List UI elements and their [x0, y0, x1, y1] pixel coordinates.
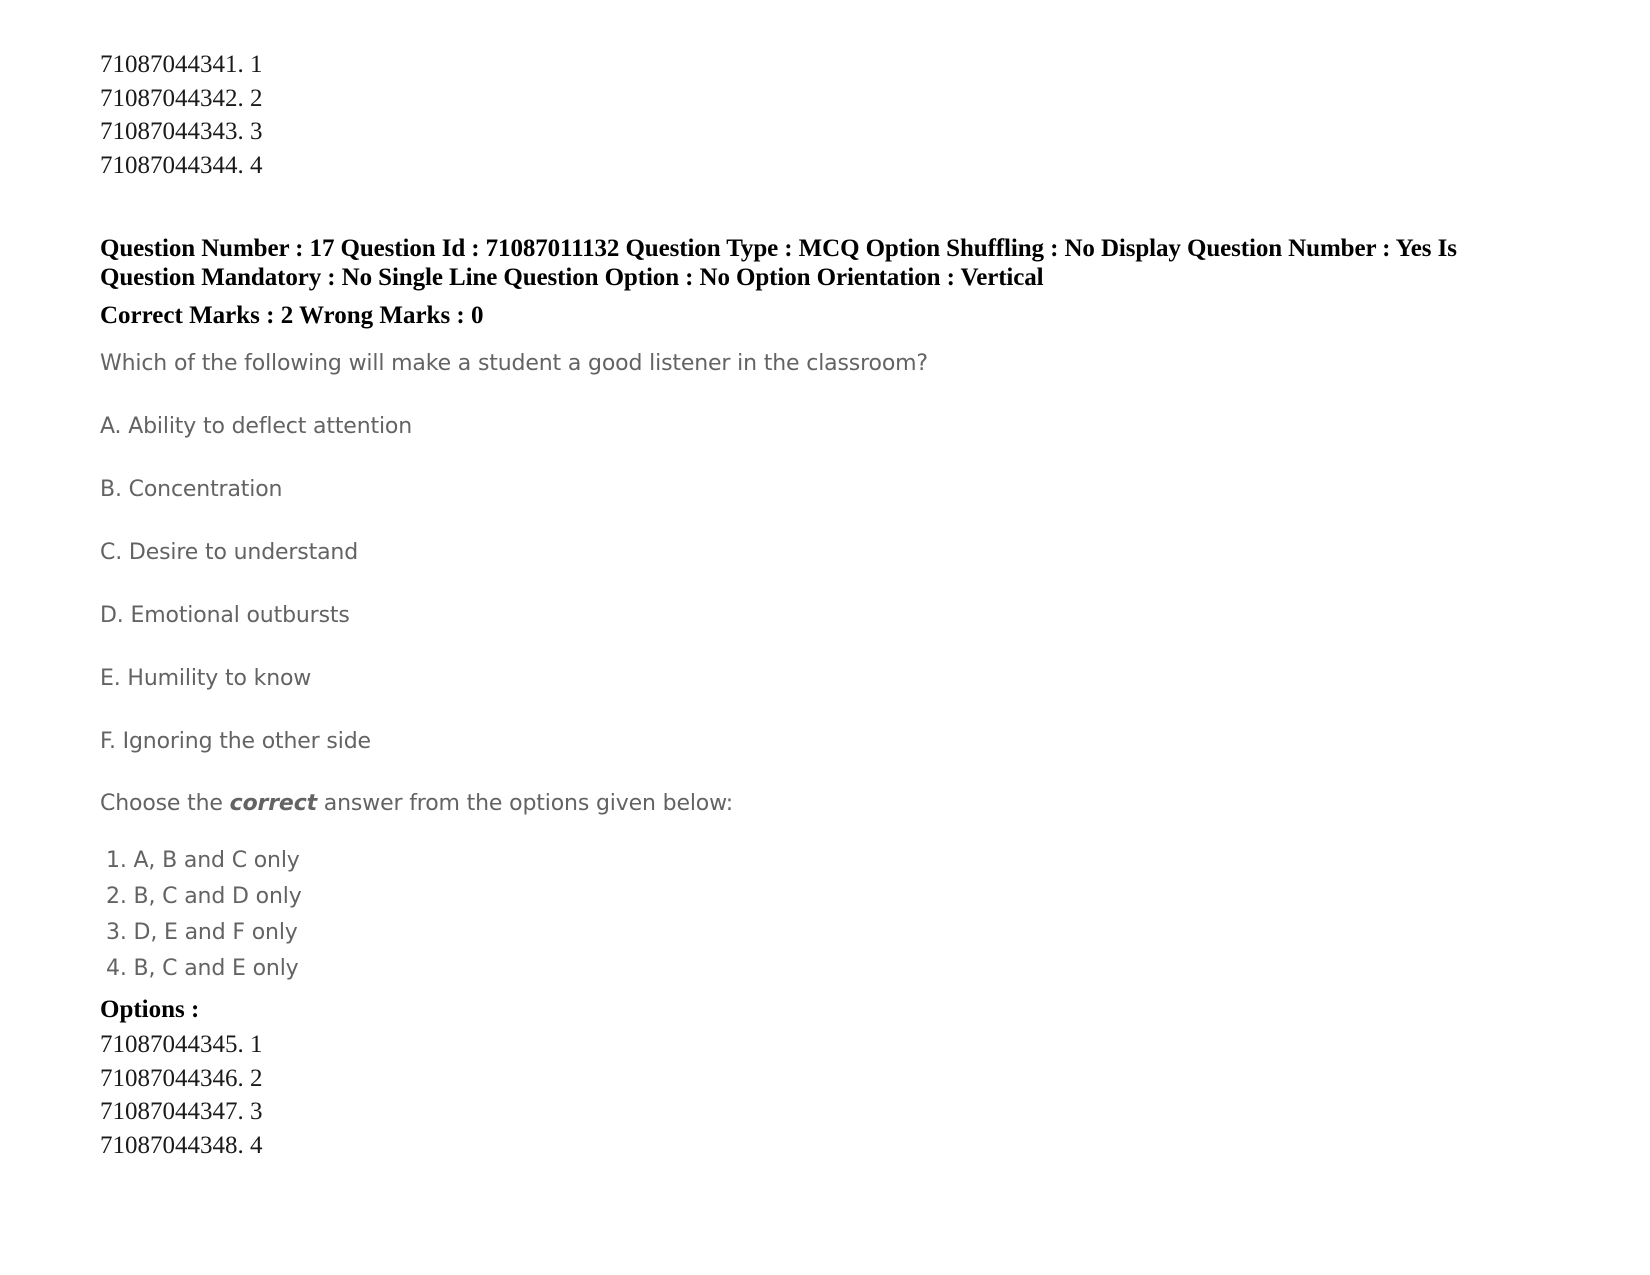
- choose-instruction-emphasis: correct: [229, 791, 317, 816]
- answer-choice-2[interactable]: 2. B, C and D only: [100, 879, 1550, 915]
- option-id-line: 71087044342. 2: [100, 84, 263, 112]
- question-stem: Which of the following will make a stude…: [100, 351, 928, 376]
- statement-c: C. Desire to understand: [100, 540, 359, 565]
- option-id-line: 71087044347. 3: [100, 1098, 263, 1125]
- option-id-line: 71087044344. 4: [100, 151, 263, 179]
- choose-instruction-suffix: answer from the options given below:: [316, 791, 734, 816]
- statement-d: D. Emotional outbursts: [100, 603, 350, 628]
- answer-choice-4[interactable]: 4. B, C and E only: [100, 951, 1550, 987]
- question-marks-line: Correct Marks : 2 Wrong Marks : 0: [100, 302, 484, 329]
- option-id-line: 71087044348. 4: [100, 1131, 263, 1159]
- choose-instruction: Choose the correct answer from the optio…: [100, 791, 1550, 817]
- option-id-line: 71087044341. 1: [100, 51, 263, 78]
- statement-e: E. Humility to know: [100, 666, 312, 691]
- option-id-line: 71087044346. 2: [100, 1064, 263, 1092]
- previous-question-option-ids: 71087044341. 1 71087044342. 2 7108704434…: [100, 48, 1550, 182]
- question-metadata-line: Question Number : 17 Question Id : 71087…: [100, 235, 1457, 291]
- statement-a: A. Ability to deflect attention: [100, 414, 413, 439]
- option-id-line: 71087044343. 3: [100, 118, 263, 145]
- question-metadata-block: Question Number : 17 Question Id : 71087…: [100, 234, 1550, 330]
- statement-b: B. Concentration: [100, 477, 283, 502]
- options-label: Options :: [100, 996, 200, 1023]
- answer-choice-1[interactable]: 1. A, B and C only: [100, 843, 1550, 879]
- statement-f: F. Ignoring the other side: [100, 729, 371, 754]
- question-paper-page: 71087044341. 1 71087044342. 2 7108704434…: [0, 0, 1650, 1275]
- answer-choice-3[interactable]: 3. D, E and F only: [100, 915, 1550, 951]
- option-id-line: 71087044345. 1: [100, 1031, 263, 1058]
- choose-instruction-prefix: Choose the: [100, 791, 230, 816]
- question-statement-list: A. Ability to deflect attention B. Conce…: [100, 414, 1550, 755]
- current-question-option-ids: 71087044345. 1 71087044346. 2 7108704434…: [100, 1028, 1550, 1162]
- answer-choice-list: 1. A, B and C only 2. B, C and D only 3.…: [100, 843, 1550, 987]
